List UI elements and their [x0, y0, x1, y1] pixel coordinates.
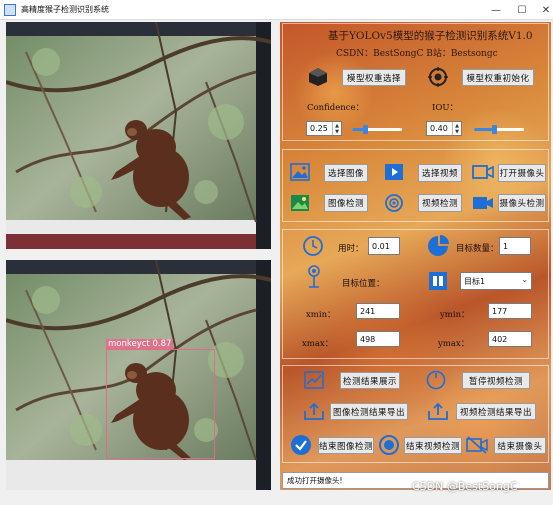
confidence-label: Confidence： — [307, 103, 365, 113]
ymin-label: ymin： — [440, 310, 470, 320]
show-results-button[interactable]: 检测结果展示 — [340, 372, 400, 389]
stop-circle-icon — [378, 434, 400, 456]
camera-icon — [472, 163, 494, 181]
close-icon[interactable]: ✕ — [532, 0, 553, 20]
confidence-value: 0.25 — [310, 124, 328, 133]
detection-bounding-box — [106, 349, 215, 459]
end-video-button[interactable]: 结束视频检测 — [404, 437, 462, 454]
end-camera-button[interactable]: 结束摄像头 — [494, 437, 546, 454]
xmax-field[interactable]: 498 — [356, 331, 400, 347]
init-weights-button[interactable]: 模型权重初始化 — [462, 69, 534, 86]
upload-icon — [304, 402, 324, 420]
time-field[interactable]: 0.01 — [368, 237, 400, 255]
app-heading: 基于YOLOv5模型的猴子检测识别系统V1.0 — [328, 30, 533, 42]
monkey-photo-original — [6, 22, 271, 249]
ymax-field[interactable]: 402 — [488, 331, 532, 347]
original-image-view — [6, 22, 271, 249]
confidence-slider-handle[interactable] — [362, 125, 368, 134]
export-video-button[interactable]: 视频检测结果导出 — [456, 403, 536, 420]
count-label: 目标数量： — [456, 244, 499, 254]
cube-icon — [308, 67, 328, 87]
control-panel: 基于YOLOv5模型的猴子检测识别系统V1.0 CSDN：BestSongC B… — [280, 22, 551, 490]
iou-slider-handle[interactable] — [492, 125, 497, 134]
time-label: 用时： — [338, 244, 364, 254]
iou-spin-arrows[interactable]: ▲ ▼ — [452, 122, 461, 135]
export-image-button[interactable]: 图像检测结果导出 — [330, 403, 408, 420]
target-list-icon — [428, 271, 448, 291]
xmin-label: xmin： — [306, 310, 336, 320]
upload-video-icon — [428, 402, 448, 420]
open-camera-button[interactable]: 打开摄像头 — [498, 164, 546, 182]
target-icon — [428, 67, 448, 87]
status-message: 成功打开摄像头! — [287, 476, 343, 485]
app-icon — [4, 3, 16, 16]
image-icon — [290, 163, 310, 181]
pause-icon — [426, 370, 446, 390]
xmin-field[interactable]: 241 — [356, 303, 400, 319]
xmax-label: xmax： — [302, 339, 334, 349]
check-circle-icon — [290, 434, 312, 456]
camera-off-icon — [466, 435, 488, 455]
select-video-button[interactable]: 选择视频 — [418, 164, 462, 182]
watermark: CSDN @BestSongC — [412, 480, 518, 493]
video-icon — [384, 162, 404, 182]
iou-label: IOU： — [432, 103, 458, 113]
line-chart-icon — [304, 371, 324, 389]
target-select-value: 目标1 — [464, 276, 486, 286]
position-label: 目标位置： — [342, 279, 385, 289]
iou-spinbox[interactable]: 0.40 ▲ ▼ — [426, 121, 462, 136]
end-image-button[interactable]: 结束图像检测 — [318, 437, 374, 454]
image-detect-icon — [290, 194, 310, 212]
count-field[interactable]: 1 — [499, 237, 531, 255]
ymin-field[interactable]: 177 — [488, 303, 532, 319]
chevron-down-icon: ⌄ — [521, 275, 528, 284]
confidence-slider[interactable] — [352, 125, 402, 134]
title-bar: 高精度猴子检测识别系统 — ☐ ✕ — [0, 0, 553, 20]
minimize-icon[interactable]: — — [482, 0, 510, 20]
camera-detect-icon — [472, 194, 494, 212]
detection-image-view: monkeyct 0.87 — [6, 260, 271, 490]
confidence-spinbox[interactable]: 0.25 ▲ ▼ — [306, 121, 342, 136]
image-detect-button[interactable]: 图像检测 — [324, 194, 368, 212]
detection-label: monkeyct 0.87 — [106, 339, 174, 349]
author-info: CSDN：BestSongC B站：Bestsongc — [336, 49, 498, 59]
pause-video-button[interactable]: 暂停视频检测 — [462, 372, 530, 389]
video-detect-icon — [384, 193, 404, 213]
clock-icon — [302, 235, 324, 257]
confidence-spin-arrows[interactable]: ▲ ▼ — [332, 122, 341, 135]
iou-slider[interactable] — [474, 125, 524, 134]
target-select[interactable]: 目标1 ⌄ — [460, 272, 532, 290]
ymax-label: ymax： — [438, 339, 470, 349]
pie-chart-icon — [426, 234, 450, 258]
video-detect-button[interactable]: 视频检测 — [418, 194, 462, 212]
iou-value: 0.40 — [430, 124, 448, 133]
select-image-button[interactable]: 选择图像 — [324, 164, 368, 182]
select-weights-button[interactable]: 模型权重选择 — [342, 69, 406, 86]
camera-detect-button[interactable]: 摄像头检测 — [498, 194, 546, 212]
window-title: 高精度猴子检测识别系统 — [21, 5, 109, 14]
location-icon — [306, 265, 322, 289]
